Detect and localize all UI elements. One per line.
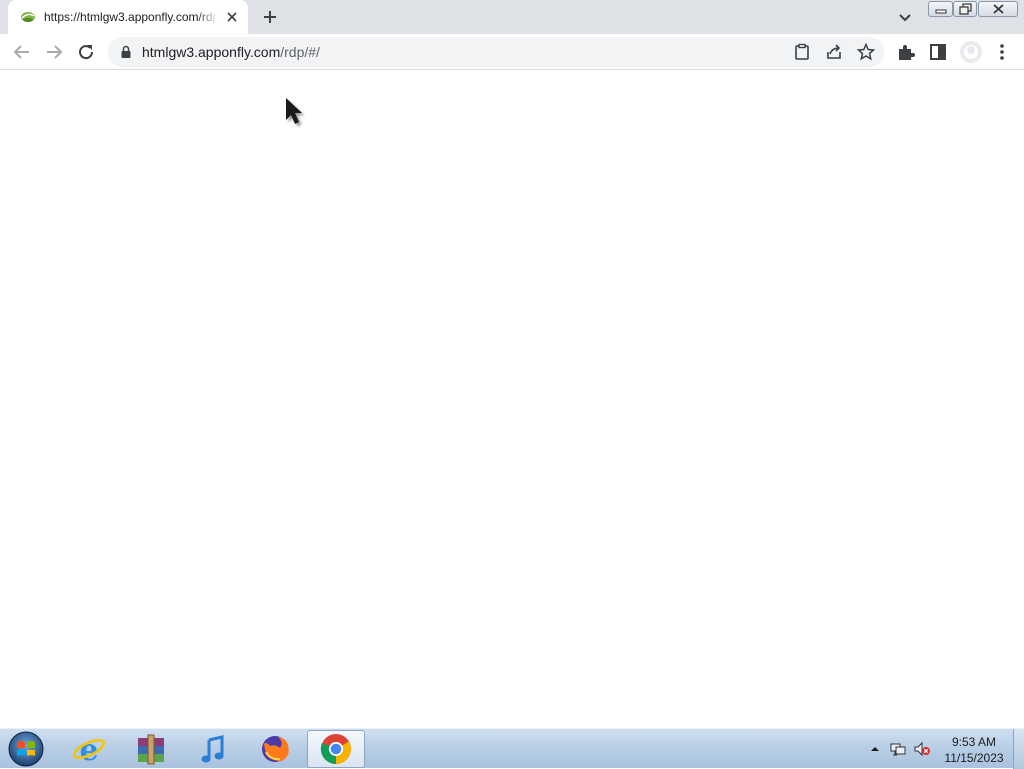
clock-date: 11/15/2023 <box>944 751 1004 765</box>
new-tab-icon[interactable] <box>258 5 282 29</box>
system-clock[interactable]: 9:53 AM 11/15/2023 <box>938 734 1010 766</box>
extensions-icon[interactable] <box>895 41 917 63</box>
svg-text:e: e <box>79 733 98 766</box>
show-desktop-button[interactable] <box>1013 729 1024 769</box>
url-host: htmlgw3.apponfly.com <box>142 44 281 60</box>
volume-muted-icon[interactable] <box>913 741 931 757</box>
clock-time: 9:53 AM <box>951 735 997 749</box>
forward-icon[interactable] <box>42 40 66 64</box>
close-icon <box>993 4 1004 14</box>
network-icon[interactable] <box>889 741 907 757</box>
browser-toolbar: htmlgw3.apponfly.com/rdp/#/ <box>0 34 1024 70</box>
taskbar-internet-explorer[interactable]: e <box>60 730 118 768</box>
browser-tab[interactable]: https://htmlgw3.apponfly.com/rdp/#/ <box>8 0 248 34</box>
taskbar-chrome[interactable] <box>307 730 365 768</box>
tab-title: https://htmlgw3.apponfly.com/rdp/#/ <box>44 10 218 24</box>
restore-icon <box>959 3 972 15</box>
page-viewport[interactable] <box>0 71 1024 728</box>
reload-icon[interactable] <box>74 40 98 64</box>
browser-tab-strip: https://htmlgw3.apponfly.com/rdp/#/ <box>0 0 1024 34</box>
windows-taskbar: e 9:53 AM 11/15/2023 <box>0 728 1024 769</box>
firefox-icon <box>262 736 289 762</box>
minimize-button[interactable] <box>928 1 953 17</box>
chrome-icon <box>320 734 352 764</box>
itunes-icon <box>201 735 224 763</box>
clipboard-icon[interactable] <box>792 42 812 62</box>
back-icon[interactable] <box>10 40 34 64</box>
taskbar-itunes[interactable] <box>184 730 242 768</box>
internet-explorer-icon: e <box>73 733 105 766</box>
close-window-button[interactable] <box>978 1 1018 17</box>
show-hidden-icons-arrow[interactable] <box>866 741 884 757</box>
profile-icon[interactable] <box>959 40 983 64</box>
apponfly-leaf-icon <box>21 12 35 22</box>
winrar-icon <box>138 734 164 765</box>
taskbar-firefox[interactable] <box>246 730 304 768</box>
taskbar-winrar[interactable] <box>122 730 180 768</box>
address-bar[interactable]: htmlgw3.apponfly.com/rdp/#/ <box>108 37 884 67</box>
star-icon[interactable] <box>856 42 876 62</box>
menu-icon[interactable] <box>991 41 1013 63</box>
mouse-pointer-icon <box>286 98 305 127</box>
start-orb-icon[interactable] <box>6 730 46 768</box>
close-tab-icon[interactable] <box>224 9 240 25</box>
lock-icon[interactable] <box>120 45 132 59</box>
url-path: /rdp/#/ <box>280 44 320 60</box>
minimize-icon <box>935 9 947 14</box>
side-panel-icon[interactable] <box>927 41 949 63</box>
restore-button[interactable] <box>953 1 977 17</box>
url-text[interactable]: htmlgw3.apponfly.com/rdp/#/ <box>142 44 320 60</box>
tab-search-chevron-icon[interactable] <box>894 7 916 27</box>
share-icon[interactable] <box>824 42 844 62</box>
